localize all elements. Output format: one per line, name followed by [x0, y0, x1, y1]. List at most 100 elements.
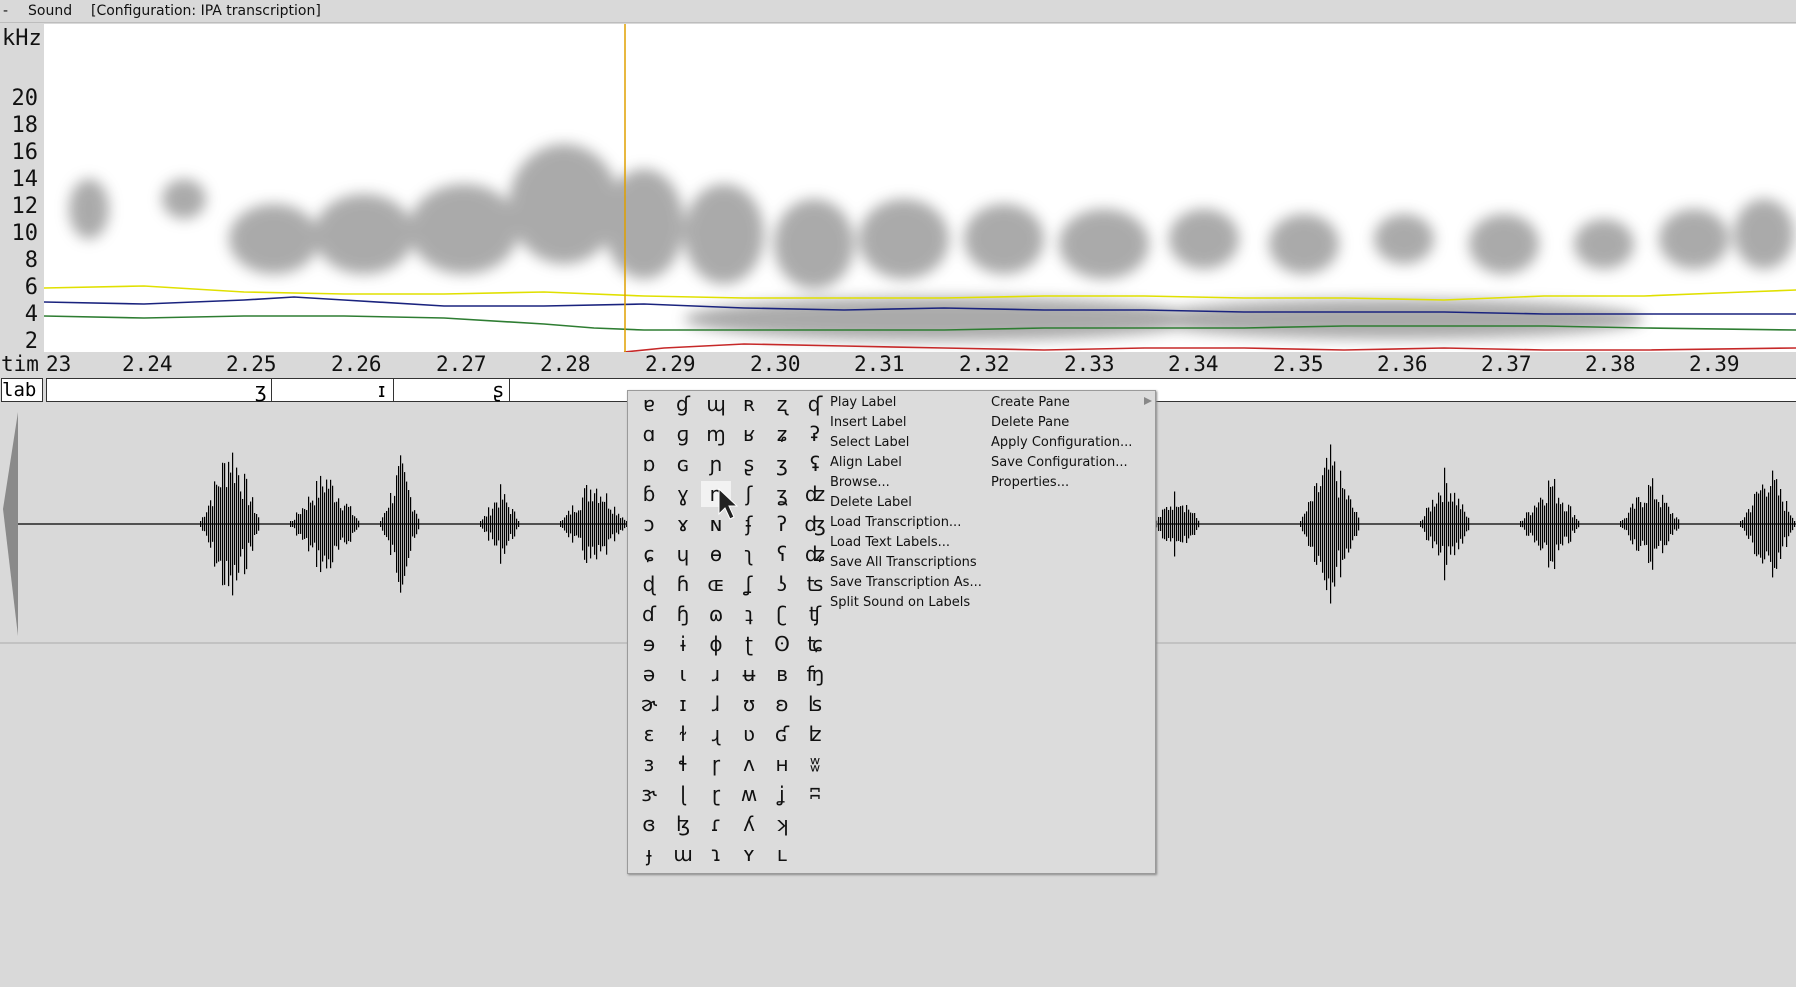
- ipa-symbol[interactable]: ɰ: [701, 391, 731, 417]
- ipa-symbol[interactable]: ɕ: [634, 541, 664, 567]
- ipa-symbol[interactable]: ʐ: [767, 391, 797, 417]
- menu-item[interactable]: Save Configuration...: [991, 455, 1128, 470]
- ipa-symbol[interactable]: ɪ: [668, 691, 698, 717]
- menu-item[interactable]: Save All Transcriptions: [830, 555, 977, 570]
- ipa-symbol[interactable]: ɼ: [701, 751, 731, 777]
- ipa-symbol[interactable]: ʗ: [767, 601, 797, 627]
- ipa-symbol[interactable]: ɖ: [634, 571, 664, 597]
- ipa-symbol[interactable]: ɜ: [634, 751, 664, 777]
- ipa-symbol[interactable]: ɿ: [701, 841, 731, 867]
- ipa-symbol[interactable]: ʚ: [767, 691, 797, 717]
- ipa-symbol[interactable]: ʖ: [767, 571, 797, 597]
- ipa-symbol[interactable]: ʀ: [734, 391, 764, 417]
- menu-item[interactable]: Browse...: [830, 475, 890, 490]
- tier-name[interactable]: lab: [1, 378, 43, 402]
- ipa-symbol[interactable]: ʦ: [800, 571, 830, 597]
- ipa-symbol[interactable]: ɭ: [668, 781, 698, 807]
- ipa-symbol[interactable]: ʘ: [767, 631, 797, 657]
- menu-item[interactable]: Load Transcription...: [830, 515, 961, 530]
- menu-item[interactable]: Align Label: [830, 455, 902, 470]
- ipa-symbol[interactable]: ə: [634, 661, 664, 687]
- ipa-symbol[interactable]: ʏ: [734, 841, 764, 867]
- menu-item[interactable]: Insert Label: [830, 415, 907, 430]
- spectrogram-pane[interactable]: [44, 24, 1796, 352]
- ipa-symbol[interactable]: ʌ: [734, 751, 764, 777]
- ipa-symbol[interactable]: ʒ: [767, 451, 797, 477]
- ipa-symbol[interactable]: ɚ: [634, 691, 664, 717]
- ipa-symbol[interactable]: ɗ: [634, 601, 664, 627]
- ipa-symbol[interactable]: ɓ: [634, 481, 664, 507]
- ipa-symbol[interactable]: ɺ: [701, 691, 731, 717]
- ipa-symbol[interactable]: ʆ: [734, 571, 764, 597]
- tier-label[interactable]: ɪ: [378, 379, 385, 401]
- menu-dash[interactable]: -: [3, 3, 8, 19]
- ipa-symbol[interactable]: ʛ: [767, 721, 797, 747]
- ipa-symbol[interactable]: ɤ: [668, 511, 698, 537]
- ipa-symbol[interactable]: ɑ: [634, 421, 664, 447]
- tier-label[interactable]: ʂ: [493, 379, 503, 401]
- ipa-symbol[interactable]: ʬ: [800, 751, 830, 777]
- ipa-symbol[interactable]: ɢ: [668, 451, 698, 477]
- ipa-symbol[interactable]: ɩ: [668, 661, 698, 687]
- ipa-symbol[interactable]: ɯ: [668, 841, 698, 867]
- ipa-symbol[interactable]: ɔ: [634, 511, 664, 537]
- ipa-symbol[interactable]: ɧ: [668, 601, 698, 627]
- ipa-symbol[interactable]: ʝ: [767, 781, 797, 807]
- menu-sound[interactable]: Sound: [28, 3, 72, 19]
- menu-item[interactable]: Apply Configuration...: [991, 435, 1132, 450]
- ipa-symbol[interactable]: ɨ: [668, 631, 698, 657]
- ipa-symbol[interactable]: ɽ: [701, 781, 731, 807]
- ipa-symbol[interactable]: ʍ: [734, 781, 764, 807]
- ipa-symbol[interactable]: ɾ: [701, 811, 731, 837]
- ipa-symbol[interactable]: ɶ: [701, 571, 731, 597]
- ipa-symbol[interactable]: ɒ: [634, 451, 664, 477]
- ipa-symbol[interactable]: ɝ: [634, 781, 664, 807]
- ipa-symbol[interactable]: ɫ: [668, 721, 698, 747]
- ipa-symbol[interactable]: ʙ: [767, 661, 797, 687]
- ipa-symbol[interactable]: ʑ: [767, 421, 797, 447]
- ipa-symbol[interactable]: ɠ: [668, 391, 698, 417]
- menu-item[interactable]: Delete Label: [830, 495, 912, 510]
- tier-boundary[interactable]: [509, 379, 510, 401]
- menu-item[interactable]: Properties...: [991, 475, 1069, 490]
- ipa-symbol[interactable]: ʡ: [800, 421, 830, 447]
- ipa-symbol[interactable]: ɮ: [668, 811, 698, 837]
- ipa-symbol[interactable]: ɘ: [634, 631, 664, 657]
- scroll-marker[interactable]: [3, 412, 18, 636]
- menu-item[interactable]: Play Label: [830, 395, 896, 410]
- ipa-symbol[interactable]: ʉ: [734, 661, 764, 687]
- tier-label[interactable]: ʒ: [255, 379, 267, 401]
- ipa-symbol[interactable]: ʊ: [734, 691, 764, 717]
- menu-item[interactable]: Delete Pane: [991, 415, 1069, 430]
- ipa-symbol[interactable]: ʭ: [800, 781, 830, 807]
- ipa-symbol[interactable]: ʠ: [800, 391, 830, 417]
- ipa-symbol[interactable]: ɐ: [634, 391, 664, 417]
- ipa-symbol[interactable]: ʔ: [767, 511, 797, 537]
- ipa-symbol[interactable]: ɸ: [701, 631, 731, 657]
- tier-boundary[interactable]: [271, 379, 272, 401]
- ipa-symbol[interactable]: ʧ: [800, 601, 830, 627]
- ipa-symbol[interactable]: ʟ: [767, 841, 797, 867]
- ipa-symbol[interactable]: ɡ: [668, 421, 698, 447]
- ipa-symbol[interactable]: ɦ: [668, 571, 698, 597]
- ipa-symbol[interactable]: ʇ: [734, 601, 764, 627]
- menu-item[interactable]: Select Label: [830, 435, 909, 450]
- ipa-symbol[interactable]: ʋ: [734, 721, 764, 747]
- menu-item[interactable]: Save Transcription As...: [830, 575, 982, 590]
- ipa-symbol[interactable]: ɞ: [634, 811, 664, 837]
- ipa-symbol[interactable]: ɟ: [634, 841, 664, 867]
- ipa-symbol[interactable]: ʢ: [800, 451, 830, 477]
- ipa-symbol[interactable]: ʈ: [734, 631, 764, 657]
- ipa-symbol[interactable]: ɣ: [668, 481, 698, 507]
- ipa-symbol[interactable]: ʣ: [800, 481, 830, 507]
- ipa-symbol[interactable]: ʞ: [767, 811, 797, 837]
- ipa-symbol[interactable]: ɥ: [668, 541, 698, 567]
- ipa-symbol[interactable]: ɲ: [701, 451, 731, 477]
- ipa-symbol[interactable]: ʕ: [767, 541, 797, 567]
- menu-item[interactable]: Split Sound on Labels: [830, 595, 970, 610]
- ipa-symbol[interactable]: ɱ: [701, 421, 731, 447]
- menu-item[interactable]: Create Pane: [991, 395, 1070, 410]
- ipa-symbol[interactable]: ʥ: [800, 541, 830, 567]
- ipa-symbol[interactable]: ʂ: [734, 451, 764, 477]
- ipa-symbol[interactable]: ɻ: [701, 721, 731, 747]
